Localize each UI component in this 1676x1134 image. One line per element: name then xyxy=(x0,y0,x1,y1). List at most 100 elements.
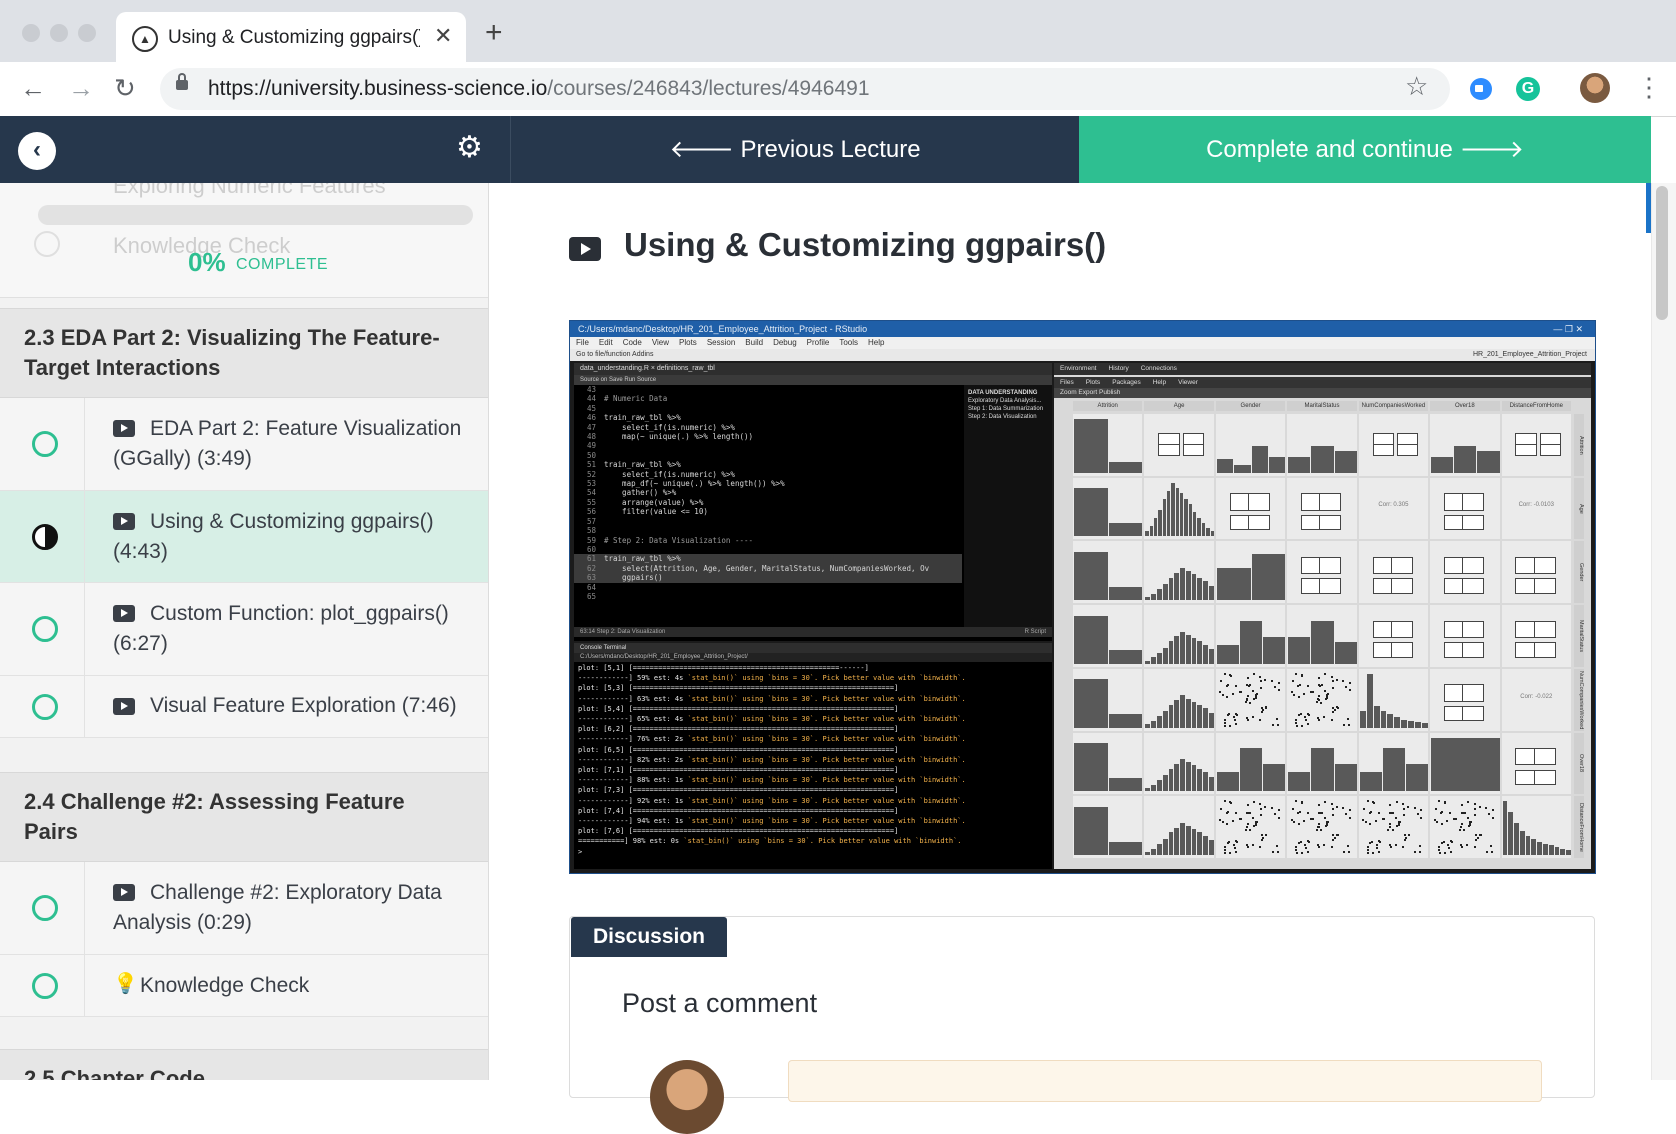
histogram-bar xyxy=(1537,841,1543,855)
matrix-cell xyxy=(1073,605,1143,667)
gear-icon[interactable]: ⚙ xyxy=(456,130,483,165)
scatter-point xyxy=(1277,682,1280,684)
scatter-point xyxy=(1330,675,1333,678)
window-close-dot[interactable] xyxy=(22,24,40,42)
scatter-point xyxy=(1246,718,1249,721)
histogram-bar xyxy=(1566,849,1571,855)
incomplete-circle-icon[interactable] xyxy=(32,694,58,720)
code-line: 62 select(Attrition, Age, Gender, Marita… xyxy=(574,563,962,574)
histogram-bar xyxy=(1334,451,1357,473)
scatter-point xyxy=(1454,818,1457,821)
histogram-bar xyxy=(1145,596,1151,601)
histogram-bar xyxy=(1074,615,1108,664)
browser-menu-icon[interactable]: ⋮ xyxy=(1636,72,1662,102)
lecture-video[interactable]: C:/Users/mdanc/Desktop/HR_201_Employee_A… xyxy=(569,320,1596,874)
scatter-point xyxy=(1324,673,1327,676)
scatter-point xyxy=(1440,823,1443,826)
scatter-point xyxy=(1323,843,1326,846)
outline-item: Exploratory Data Analysis... xyxy=(968,398,1042,404)
scatter-point xyxy=(1463,811,1466,814)
reload-icon[interactable]: ↻ xyxy=(114,72,136,104)
scatter-point xyxy=(1366,800,1369,803)
forward-arrow-icon[interactable]: → xyxy=(68,72,94,104)
histogram-bar xyxy=(1209,713,1214,728)
complete-and-continue-button[interactable]: Complete and continue 🡒 xyxy=(1079,116,1651,183)
histogram-bar xyxy=(1162,711,1168,728)
lecture-item[interactable]: EDA Part 2: Feature Visualization (GGall… xyxy=(0,398,488,491)
scatter-point xyxy=(1420,816,1423,819)
window-minimize-dot[interactable] xyxy=(50,24,68,42)
scatter-point xyxy=(1260,686,1263,689)
scatter-point xyxy=(1460,822,1463,825)
console-line: plot: [7,6] [===========================… xyxy=(578,827,899,836)
scatter-point xyxy=(1228,713,1231,716)
lecture-item[interactable]: Challenge #2: Exploratory Data Analysis … xyxy=(0,862,488,955)
scatter-point xyxy=(1297,714,1300,717)
browser-tab[interactable]: ▲ Using & Customizing ggpairs() ✕ xyxy=(116,12,466,64)
matrix-cell: Corr: -0.022 xyxy=(1501,668,1571,731)
scatter-point xyxy=(1414,851,1417,854)
lecture-title: EDA Part 2: Feature Visualization (GGall… xyxy=(113,417,462,470)
lecture-item[interactable]: Visual Feature Exploration (7:46) xyxy=(0,676,488,738)
page-scrollbar-thumb[interactable] xyxy=(1656,186,1668,320)
scatter-point xyxy=(1391,829,1394,832)
scatter-point xyxy=(1277,816,1280,819)
incomplete-circle-icon[interactable] xyxy=(32,973,58,999)
comment-input[interactable] xyxy=(788,1060,1542,1102)
scatter-point xyxy=(1277,809,1280,812)
boxplot xyxy=(1515,620,1556,638)
histogram-bar xyxy=(1145,724,1151,728)
scatter-point xyxy=(1293,821,1296,824)
grammarly-extension-icon[interactable]: G xyxy=(1516,77,1540,101)
zoom-extension-icon[interactable] xyxy=(1470,78,1492,100)
boxplot xyxy=(1444,620,1485,638)
code-line: 60 xyxy=(586,544,596,554)
scatter-point xyxy=(1474,834,1477,837)
histogram-bar xyxy=(1373,706,1380,728)
scatter-point xyxy=(1443,852,1446,855)
histogram-bar xyxy=(1149,525,1154,537)
address-bar[interactable]: https://university.business-science.io/c… xyxy=(160,68,1450,110)
histogram-bar xyxy=(1174,827,1180,855)
scatter-point xyxy=(1377,811,1380,814)
console-line: ------------] 76% est: 2s `stat_bin()` u… xyxy=(578,735,966,744)
histogram-bar xyxy=(1548,845,1554,855)
incomplete-circle-icon[interactable] xyxy=(32,895,58,921)
console-path: C:/Users/mdanc/Desktop/HR_201_Employee_A… xyxy=(574,653,1052,662)
lecture-item[interactable]: 💡 Knowledge Check xyxy=(0,955,488,1017)
arrow-right-icon: 🡒 xyxy=(1452,136,1524,163)
matrix-row-header: Age xyxy=(1574,477,1584,540)
lecture-title: Custom Function: plot_ggpairs() (6:27) xyxy=(113,602,449,655)
rstudio-console: Console Terminal C:/Users/mdanc/Desktop/… xyxy=(574,643,1052,869)
console-line: ------------] 94% est: 1s `stat_bin()` u… xyxy=(578,817,966,826)
profile-avatar[interactable] xyxy=(1580,73,1610,103)
section-header: 2.4 Challenge #2: Assessing Feature Pair… xyxy=(0,772,488,862)
back-to-course-icon[interactable]: ‹ xyxy=(18,132,56,170)
scatter-point xyxy=(1434,807,1437,810)
scatter-point xyxy=(1347,845,1350,848)
scatter-point xyxy=(1438,852,1441,855)
histogram-bar xyxy=(1514,822,1519,855)
bookmark-star-icon[interactable]: ☆ xyxy=(1405,71,1428,102)
matrix-cell xyxy=(1358,605,1429,667)
window-zoom-dot[interactable] xyxy=(78,24,96,42)
incomplete-circle-icon[interactable] xyxy=(32,431,58,457)
scatter-point xyxy=(1395,800,1398,803)
discussion-tab[interactable]: Discussion xyxy=(571,917,727,957)
scatter-point xyxy=(1251,716,1254,719)
scatter-point xyxy=(1273,813,1276,816)
back-arrow-icon[interactable]: ← xyxy=(20,72,46,104)
rstudio-menu-item: Plots xyxy=(679,338,697,347)
histogram-bar xyxy=(1151,848,1156,855)
previous-lecture-button[interactable]: 🡐 Previous Lecture xyxy=(510,116,1079,183)
new-tab-icon[interactable]: + xyxy=(485,18,503,48)
lecture-item[interactable]: Custom Function: plot_ggpairs() (6:27) xyxy=(0,583,488,676)
tab-close-icon[interactable]: ✕ xyxy=(434,23,452,49)
console-output: plot: [5,1] [===========================… xyxy=(578,663,1048,863)
scatter-point xyxy=(1488,813,1491,816)
matrix-cell xyxy=(1358,668,1429,731)
histogram-bar xyxy=(1188,504,1193,537)
scatter-point xyxy=(1246,695,1249,698)
incomplete-circle-icon[interactable] xyxy=(32,616,58,642)
lecture-item-current[interactable]: Using & Customizing ggpairs() (4:43) xyxy=(0,491,488,583)
